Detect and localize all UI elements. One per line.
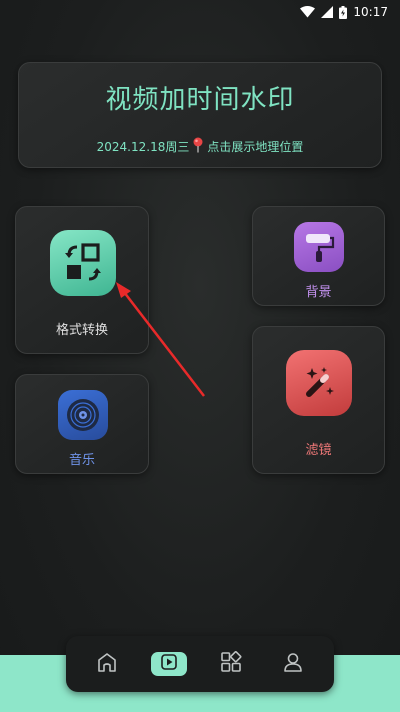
nav-profile[interactable] — [273, 644, 313, 684]
status-time: 10:17 — [353, 5, 388, 19]
play-icon — [161, 654, 177, 674]
background-tile[interactable]: 背景 — [252, 206, 385, 306]
date-text: 2024.12.18周三 — [96, 140, 190, 154]
music-disc-icon — [58, 390, 108, 440]
background-label: 背景 — [305, 285, 332, 300]
nav-active-indicator — [151, 652, 187, 676]
filter-tile[interactable]: 滤镜 — [252, 326, 385, 474]
user-icon — [282, 651, 304, 677]
page-title: 视频加时间水印 — [105, 85, 295, 115]
date-location-row[interactable]: 2024.12.18周三 点击展示地理位置 — [19, 137, 381, 156]
music-tile[interactable]: 音乐 — [15, 374, 149, 474]
grid-icon — [220, 651, 242, 677]
home-icon — [96, 651, 118, 677]
magic-wand-icon — [286, 350, 352, 416]
format-convert-icon — [50, 230, 116, 296]
header-card[interactable]: 视频加时间水印 2024.12.18周三 点击展示地理位置 — [18, 62, 382, 168]
battery-icon — [339, 5, 348, 19]
nav-home[interactable] — [87, 644, 127, 684]
nav-video[interactable] — [149, 644, 189, 684]
location-hint[interactable]: 点击展示地理位置 — [207, 138, 303, 155]
format-convert-label: 格式转换 — [55, 323, 108, 338]
nav-tools[interactable] — [211, 644, 251, 684]
status-bar: 10:17 — [0, 0, 400, 24]
music-label: 音乐 — [68, 453, 95, 468]
format-convert-tile[interactable]: 格式转换 — [15, 206, 149, 354]
wifi-icon — [300, 6, 316, 18]
signal-icon — [321, 6, 334, 18]
bottom-nav — [66, 636, 334, 692]
paint-roller-icon — [294, 222, 344, 272]
location-pin-icon — [192, 137, 204, 156]
filter-label: 滤镜 — [305, 443, 332, 458]
